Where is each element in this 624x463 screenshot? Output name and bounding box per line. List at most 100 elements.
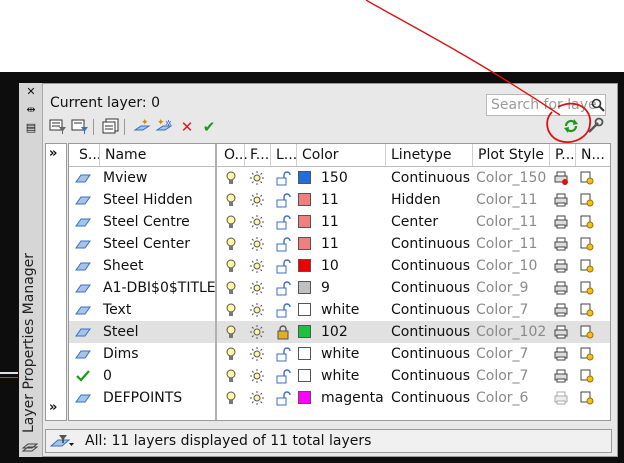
color-swatch[interactable] [298,259,311,272]
layer-status-icon[interactable] [75,214,91,230]
linetype[interactable]: Continuous [391,368,470,384]
color-name[interactable]: magenta [321,390,384,406]
unlock-icon[interactable] [275,236,291,252]
light-bulb-icon[interactable] [223,302,239,318]
color-swatch[interactable] [298,281,311,294]
sun-icon[interactable] [249,390,265,406]
light-bulb-icon[interactable] [223,258,239,274]
filter-tree-pane[interactable]: » » [45,143,67,421]
column-header-plot[interactable]: P... [555,147,575,163]
printer-icon[interactable] [553,258,569,274]
layer-name[interactable]: 0 [103,368,112,384]
color-name[interactable]: 11 [321,236,339,252]
linetype[interactable]: Continuous [391,258,470,274]
color-name[interactable]: white [321,302,359,318]
light-bulb-icon[interactable] [223,280,239,296]
linetype[interactable]: Continuous [391,302,470,318]
linetype[interactable]: Continuous [391,280,470,296]
current-layer-check-icon[interactable] [75,368,91,384]
color-swatch[interactable] [298,171,311,184]
unlock-icon[interactable] [275,214,291,230]
new-property-filter-icon[interactable] [48,118,68,136]
layer-row[interactable]: Steel Hidden 11 Hidden Color_11 [69,189,610,211]
light-bulb-icon[interactable] [223,192,239,208]
new-vp-freeze-icon[interactable] [579,192,595,208]
layer-name[interactable]: Steel [103,324,139,340]
new-group-filter-icon[interactable] [70,118,90,136]
column-header-status[interactable]: S... [79,147,101,163]
layer-row[interactable]: DEFPOINTS magenta Continuous Color_6 [69,387,610,409]
light-bulb-icon[interactable] [223,214,239,230]
layer-status-icon[interactable] [75,258,91,274]
layer-name[interactable]: Steel Center [103,236,190,252]
printer-disabled-icon[interactable] [553,390,569,406]
color-swatch[interactable] [298,325,311,338]
sun-icon[interactable] [249,192,265,208]
layer-filter-icon[interactable] [49,433,75,451]
color-swatch[interactable] [298,303,311,316]
new-vp-freeze-icon[interactable] [579,280,595,296]
new-vp-freeze-icon[interactable] [579,258,595,274]
new-vp-freeze-icon[interactable] [579,302,595,318]
column-header-color[interactable]: Color [302,147,339,163]
color-swatch[interactable] [298,347,311,360]
layer-status-icon[interactable] [75,170,91,186]
linetype[interactable]: Center [391,214,438,230]
column-header-new-vp-freeze[interactable]: N... [581,147,605,163]
printer-icon[interactable] [553,368,569,384]
layer-row[interactable]: Text white Continuous Color_7 [69,299,610,321]
name-column-divider[interactable] [215,144,217,420]
layer-name[interactable]: Text [103,302,131,318]
unlock-icon[interactable] [275,170,291,186]
printer-icon[interactable] [553,302,569,318]
plot-style[interactable]: Color_11 [476,236,537,252]
light-bulb-icon[interactable] [223,346,239,362]
new-vp-freeze-icon[interactable] [579,324,595,340]
new-vp-freeze-icon[interactable] [579,170,595,186]
sun-icon[interactable] [249,302,265,318]
search-icon[interactable] [591,98,605,112]
color-swatch[interactable] [298,391,311,404]
unlock-icon[interactable] [275,302,291,318]
plot-style[interactable]: Color_6 [476,390,528,406]
settings-wrench-icon[interactable] [585,117,605,135]
light-bulb-icon[interactable] [223,390,239,406]
new-vp-freeze-icon[interactable] [579,236,595,252]
layer-status-icon[interactable] [75,236,91,252]
search-input[interactable]: Search for laye [486,94,606,116]
no-plot-printer-icon[interactable] [553,170,569,186]
printer-icon[interactable] [553,280,569,296]
expand-filter-icon[interactable]: » [49,146,57,161]
sun-icon[interactable] [249,346,265,362]
plot-style[interactable]: Color_7 [476,368,528,384]
color-name[interactable]: white [321,346,359,362]
layer-status-icon[interactable] [75,346,91,362]
sun-icon[interactable] [249,214,265,230]
layer-row[interactable]: Mview 150 Continuous Color_150 [69,167,610,189]
layer-row[interactable]: Steel Centre 11 Center Color_11 [69,211,610,233]
new-vp-freeze-icon[interactable] [579,214,595,230]
plot-style[interactable]: Color_11 [476,214,537,230]
layer-name[interactable]: Sheet [103,258,143,274]
layer-name[interactable]: Dims [103,346,139,362]
layer-list-grid[interactable]: S... Name O... F... L... Color Linetype … [68,143,611,421]
sun-icon[interactable] [249,368,265,384]
color-name[interactable]: 10 [321,258,339,274]
linetype[interactable]: Continuous [391,236,470,252]
layer-states-manager-icon[interactable] [101,118,121,136]
sun-icon[interactable] [249,324,265,340]
column-header-linetype[interactable]: Linetype [391,147,451,163]
layer-name[interactable]: Steel Centre [103,214,190,230]
unlock-icon[interactable] [275,258,291,274]
light-bulb-icon[interactable] [223,368,239,384]
unlock-icon[interactable] [275,192,291,208]
light-bulb-icon[interactable] [223,170,239,186]
layer-row[interactable]: Steel Center 11 Continuous Color_11 [69,233,610,255]
set-current-icon[interactable]: ✔ [199,118,219,136]
new-layer-vp-frozen-icon[interactable]: ✦ ✲ [154,118,174,136]
layer-row[interactable]: 0 white Continuous Color_7 [69,365,610,387]
unlock-icon[interactable] [275,390,291,406]
expand-filter-icon[interactable]: » [49,400,57,415]
layer-row[interactable]: Sheet 10 Continuous Color_10 [69,255,610,277]
sun-icon[interactable] [249,280,265,296]
